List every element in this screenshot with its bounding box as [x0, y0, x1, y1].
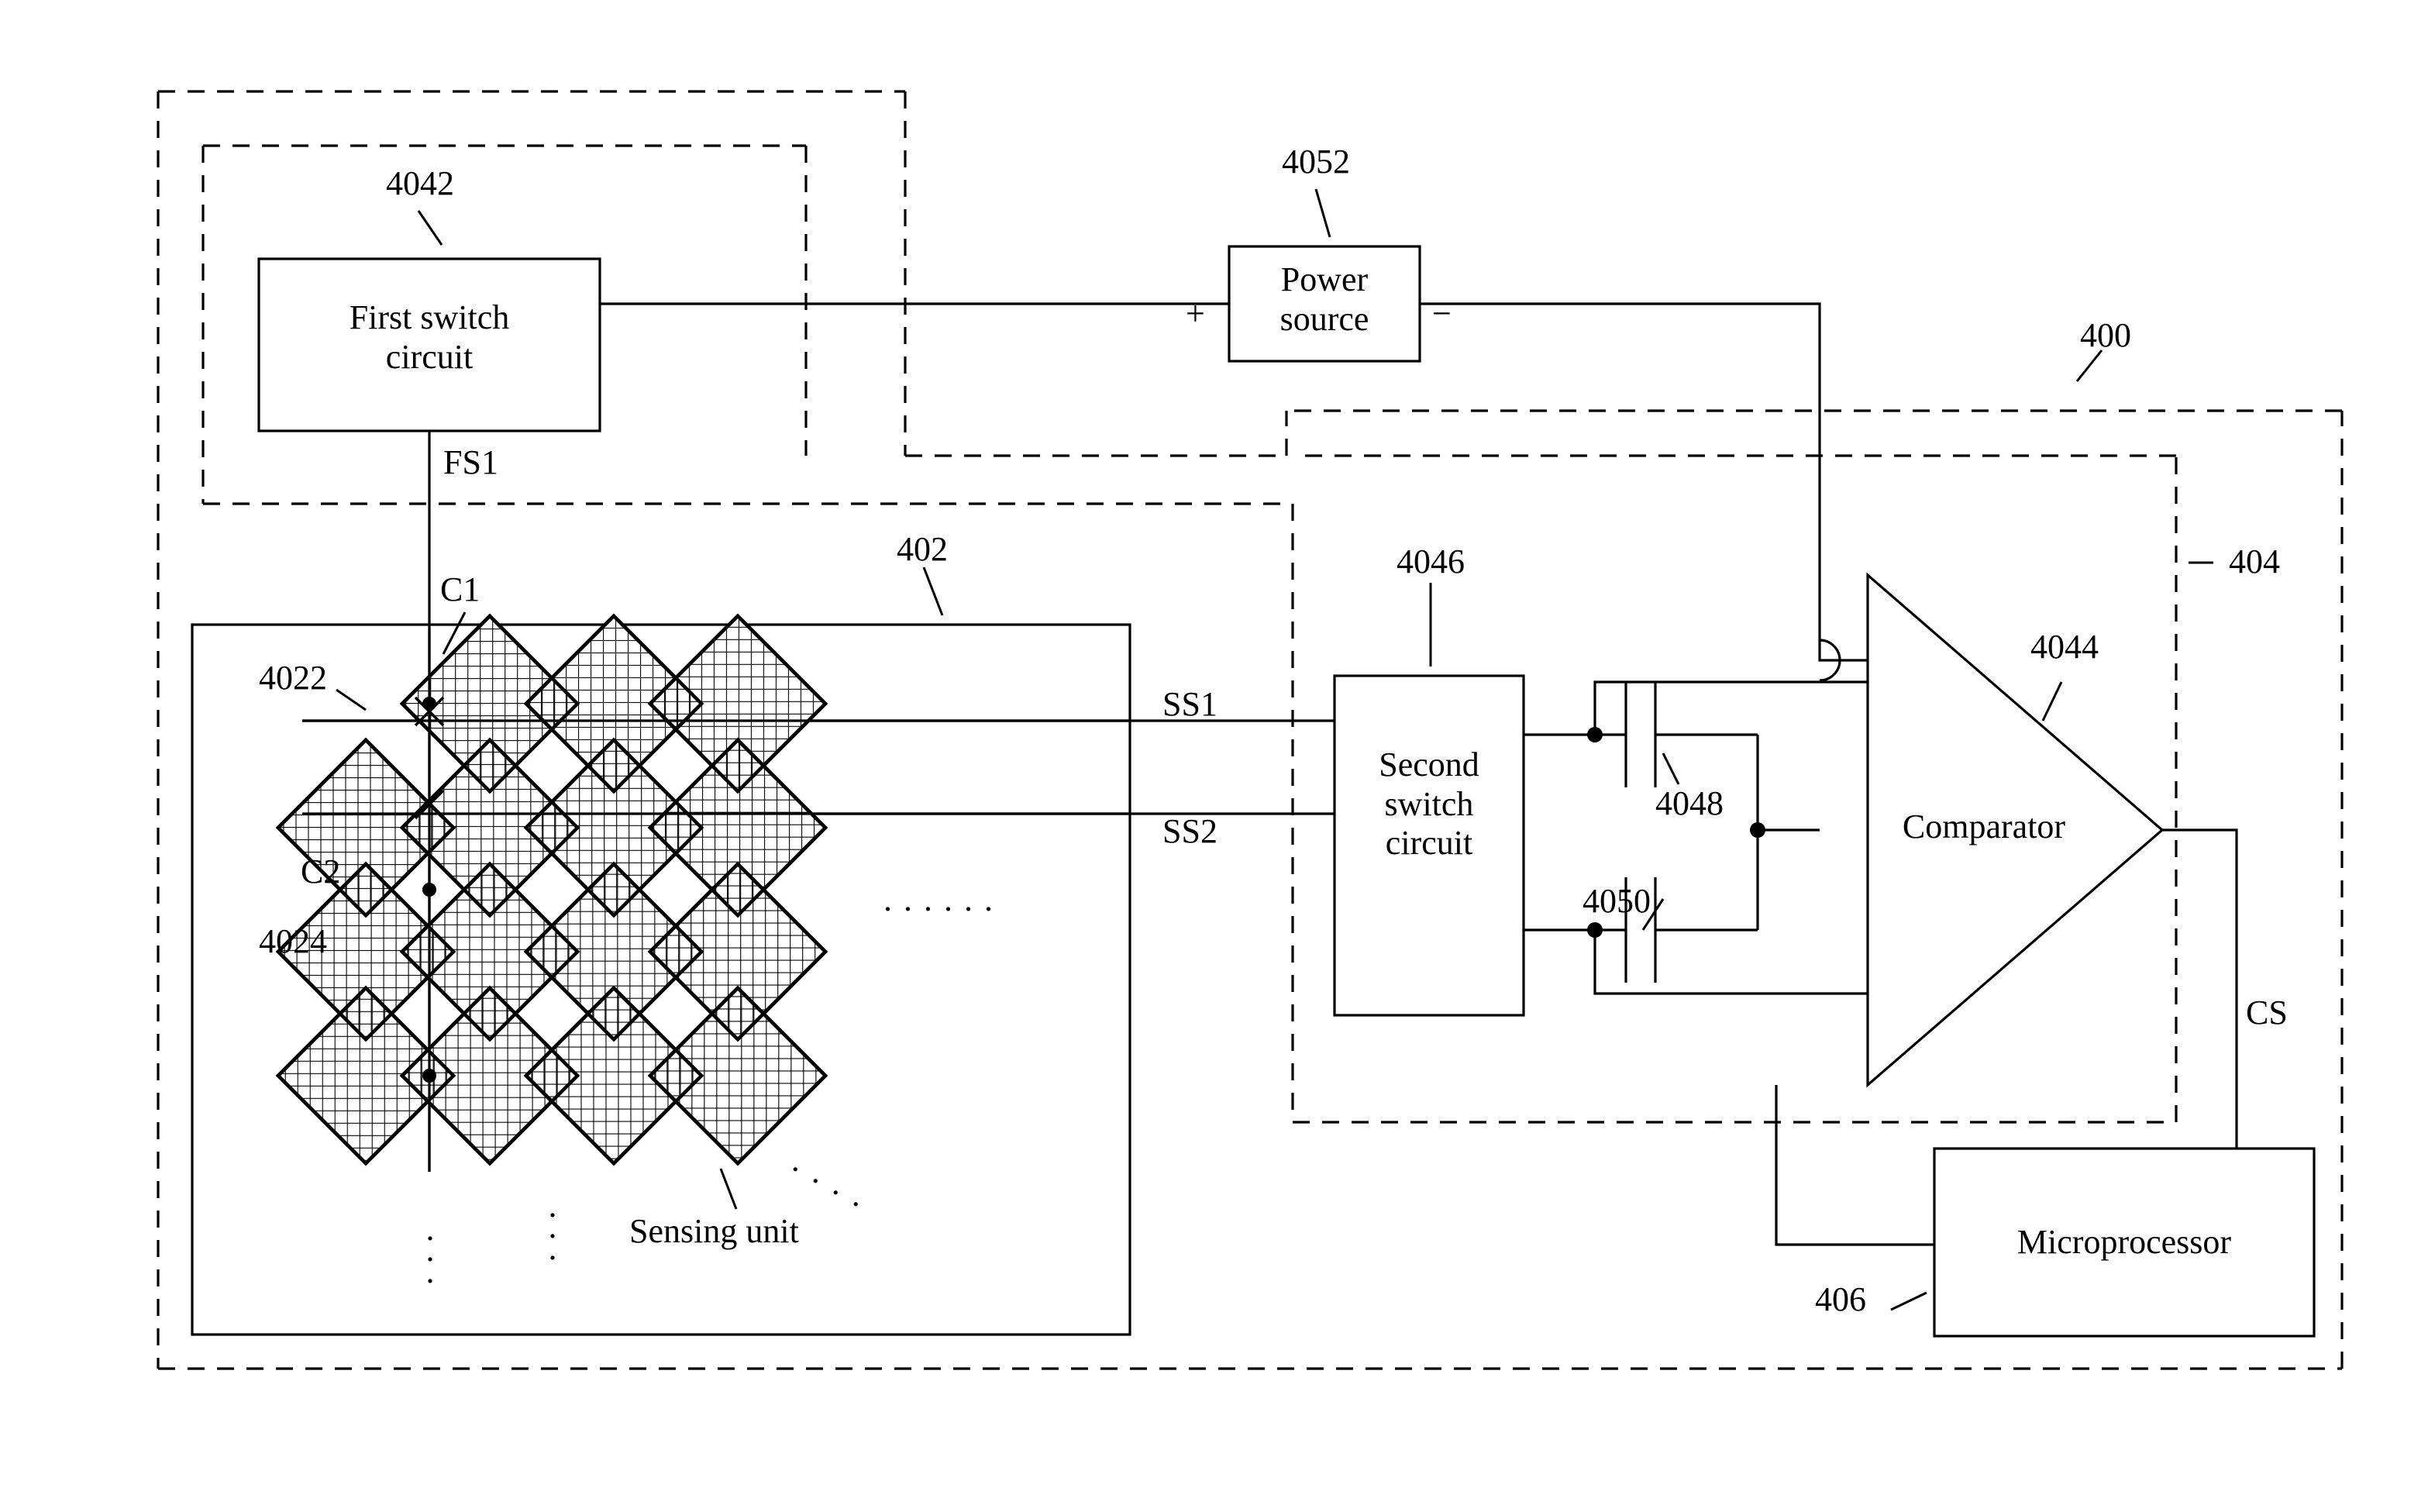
ref-4048: 4048 — [1655, 784, 1724, 822]
power-source-minus-sign: − — [1432, 294, 1452, 332]
block-second-switch-circuit-label: Second switch circuit — [1379, 746, 1479, 863]
ref-4050: 4050 — [1583, 882, 1651, 920]
ellipsis-vertical-right: . . . — [548, 1187, 557, 1267]
ref-402: 402 — [897, 530, 948, 568]
ref-4052: 4052 — [1282, 143, 1350, 181]
ref-406: 406 — [1815, 1280, 1866, 1318]
ellipsis-horizontal: . . . . . . — [883, 880, 994, 918]
signal-ss1-label: SS1 — [1162, 685, 1217, 723]
signal-c2-label: C2 — [301, 852, 341, 890]
ref-404: 404 — [2229, 542, 2280, 580]
ellipsis-vertical-left: . . . — [425, 1210, 435, 1290]
signal-ss2-label: SS2 — [1162, 812, 1217, 850]
sensing-unit-label: Sensing unit — [629, 1212, 799, 1250]
signal-c1-label: C1 — [440, 570, 480, 608]
diagram-canvas: First switch circuit Power source + − Se… — [0, 0, 2428, 1512]
ref-4044: 4044 — [2030, 628, 2099, 666]
ref-4046: 4046 — [1397, 542, 1465, 580]
diagram-graphics — [157, 90, 2344, 1370]
ref-4042: 4042 — [386, 164, 454, 202]
block-power-source-label: Power source — [1279, 260, 1369, 338]
power-source-plus-sign: + — [1186, 294, 1205, 332]
block-comparator-label: Comparator — [1902, 808, 2066, 846]
ref-400: 400 — [2080, 316, 2131, 354]
ref-4022: 4022 — [259, 659, 327, 697]
block-microprocessor-label: Microprocessor — [2016, 1223, 2232, 1261]
ref-4024: 4024 — [259, 922, 327, 960]
block-first-switch-circuit-label: First switch circuit — [349, 298, 510, 376]
signal-fs1-label: FS1 — [443, 443, 498, 481]
signal-cs-label: CS — [2246, 994, 2288, 1032]
